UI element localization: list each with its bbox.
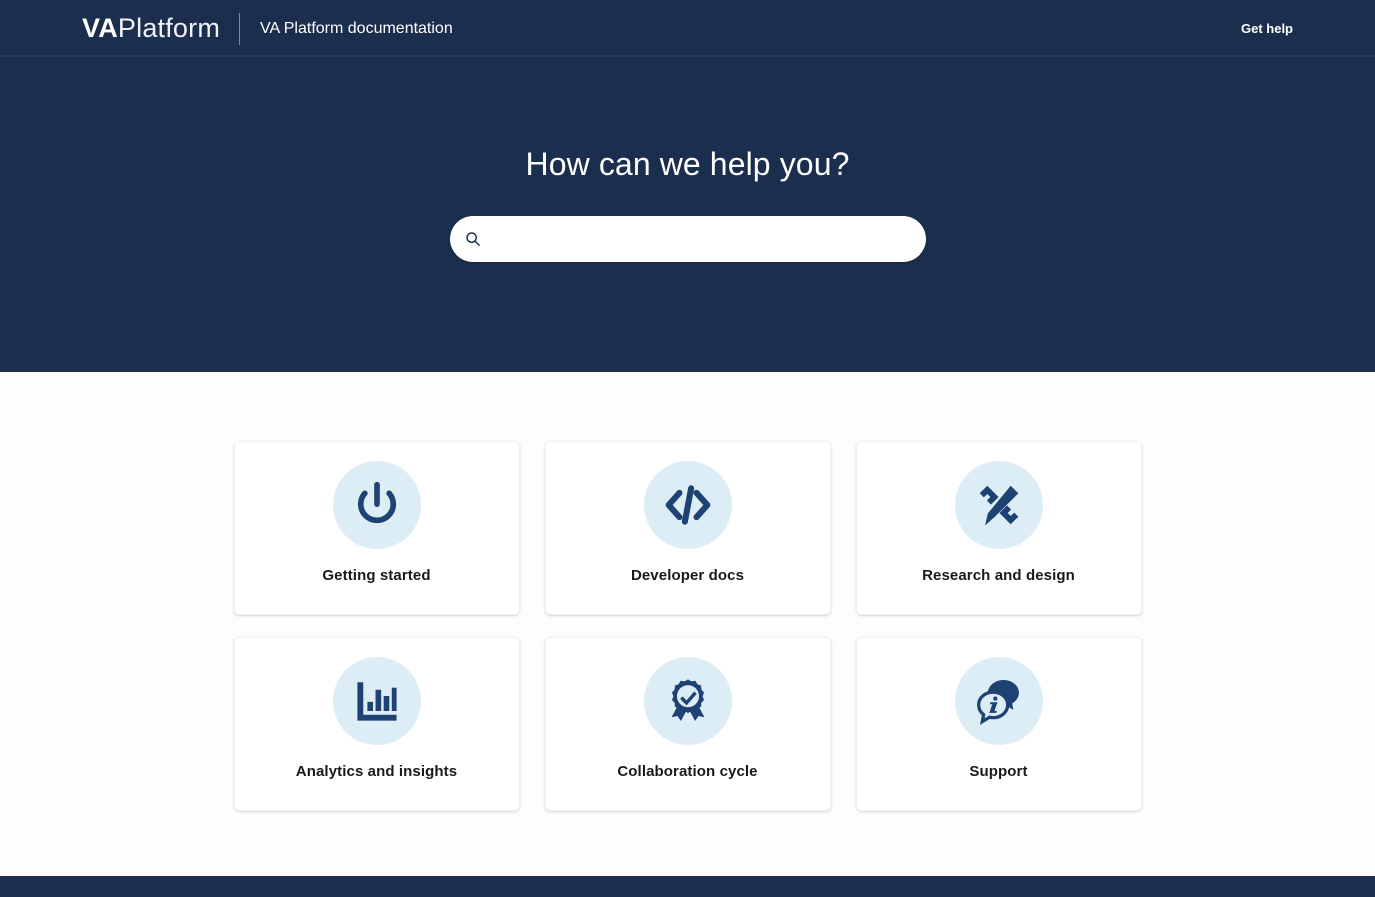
category-cards-section: Getting started Developer docs Research … [0, 372, 1375, 811]
page-title: How can we help you? [525, 146, 850, 182]
card-label: Research and design [922, 567, 1075, 584]
card-developer-docs[interactable]: Developer docs [544, 441, 831, 615]
site-header: VAPlatform VA Platform documentation Get… [0, 0, 1375, 57]
card-research-and-design[interactable]: Research and design [855, 441, 1142, 615]
card-label: Analytics and insights [295, 763, 458, 780]
chat-info-icon [954, 657, 1043, 745]
brand-logo[interactable]: VAPlatform [82, 15, 220, 42]
pencil-ruler-icon [954, 461, 1043, 549]
search-icon [463, 229, 484, 250]
search-bar[interactable] [449, 216, 926, 263]
card-label: Getting started [322, 567, 431, 584]
card-collaboration-cycle[interactable]: Collaboration cycle [544, 637, 831, 811]
brand-logo-platform: Platform [117, 13, 221, 43]
brand-logo-va: VA [82, 13, 118, 43]
card-label: Support [969, 763, 1028, 780]
search-input[interactable] [491, 216, 912, 263]
card-analytics-and-insights[interactable]: Analytics and insights [233, 637, 520, 811]
power-icon [332, 461, 421, 549]
category-cards-grid: Getting started Developer docs Research … [233, 441, 1142, 811]
card-getting-started[interactable]: Getting started [233, 441, 520, 615]
brand-subtitle: VA Platform documentation [260, 19, 453, 37]
award-ribbon-icon [643, 657, 732, 745]
brand-divider [239, 12, 241, 45]
hero-section: How can we help you? [0, 57, 1375, 372]
card-label: Developer docs [630, 567, 745, 584]
card-label: Collaboration cycle [617, 763, 758, 780]
card-support[interactable]: Support [855, 637, 1142, 811]
site-footer [0, 876, 1375, 897]
code-icon [643, 461, 732, 549]
brand-group[interactable]: VAPlatform VA Platform documentation [82, 12, 453, 45]
bar-chart-icon [332, 657, 421, 745]
get-help-link[interactable]: Get help [1241, 21, 1293, 36]
